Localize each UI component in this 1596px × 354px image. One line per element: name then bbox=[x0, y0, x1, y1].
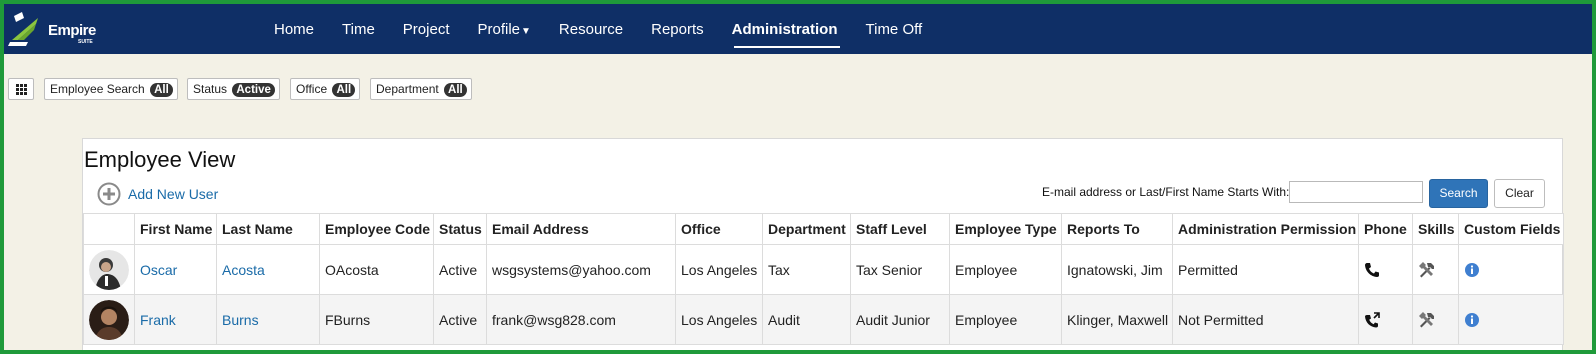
employee-table: First Name Last Name Employee Code Statu… bbox=[83, 213, 1564, 345]
table-row: Oscar Acosta OAcosta Active wsgsystems@y… bbox=[83, 244, 1564, 295]
page-title: Employee View bbox=[84, 147, 236, 172]
nav-administration[interactable]: Administration bbox=[718, 4, 852, 54]
logo-subtext: SUITE bbox=[78, 39, 93, 45]
employee-search-filter-label: Employee Search bbox=[50, 82, 145, 96]
logo-text: Empire bbox=[48, 22, 96, 39]
admin-permission-cell: Permitted bbox=[1172, 244, 1359, 295]
nav-resource[interactable]: Resource bbox=[545, 4, 637, 54]
phone-forward-icon[interactable] bbox=[1364, 312, 1380, 328]
grid-icon bbox=[16, 84, 27, 95]
search-input[interactable] bbox=[1289, 181, 1423, 203]
last-name-link[interactable]: Acosta bbox=[222, 262, 265, 278]
admin-permission-cell: Not Permitted bbox=[1172, 294, 1359, 345]
status-filter-label: Status bbox=[193, 82, 228, 96]
avatar bbox=[89, 249, 129, 290]
info-icon[interactable] bbox=[1464, 312, 1480, 328]
caret-down-icon: ▼ bbox=[521, 26, 531, 37]
column-header-first-name[interactable]: First Name bbox=[134, 213, 217, 245]
status-cell: Active bbox=[433, 244, 487, 295]
phone-cell bbox=[1358, 244, 1413, 295]
status-filter[interactable]: Status Active bbox=[187, 78, 280, 100]
nav-time[interactable]: Time bbox=[328, 4, 389, 54]
tools-icon[interactable] bbox=[1418, 311, 1436, 329]
employee-type-cell: Employee bbox=[949, 294, 1062, 345]
skills-cell bbox=[1412, 244, 1459, 295]
nav-profile[interactable]: Profile▼ bbox=[463, 4, 544, 54]
last-name-link[interactable]: Burns bbox=[222, 312, 259, 328]
email-cell: wsgsystems@yahoo.com bbox=[486, 244, 676, 295]
add-circle-icon bbox=[97, 182, 121, 206]
phone-icon[interactable] bbox=[1364, 262, 1380, 278]
photo-cell bbox=[83, 294, 135, 345]
nav-project[interactable]: Project bbox=[389, 4, 464, 54]
empire-suite-logo[interactable]: Empire SUITE bbox=[8, 10, 98, 48]
main-nav: Home Time Project Profile▼ Resource Repo… bbox=[260, 4, 936, 54]
column-header-last-name[interactable]: Last Name bbox=[216, 213, 320, 245]
first-name-link[interactable]: Frank bbox=[140, 312, 176, 328]
custom-fields-cell bbox=[1458, 294, 1564, 345]
column-header-custom-fields: Custom Fields bbox=[1458, 213, 1564, 245]
table-header-row: First Name Last Name Employee Code Statu… bbox=[83, 213, 1564, 245]
add-new-user-label: Add New User bbox=[128, 186, 219, 202]
search-button[interactable]: Search bbox=[1429, 179, 1488, 208]
column-header-email[interactable]: Email Address bbox=[486, 213, 676, 245]
photo-cell bbox=[83, 244, 135, 295]
employee-search-filter[interactable]: Employee Search All bbox=[44, 78, 178, 100]
employee-search-filter-value: All bbox=[150, 83, 173, 97]
phone-cell bbox=[1358, 294, 1413, 345]
column-header-employee-type[interactable]: Employee Type bbox=[949, 213, 1062, 245]
department-cell: Tax bbox=[762, 244, 851, 295]
department-filter[interactable]: Department All bbox=[370, 78, 472, 100]
employee-code-cell: OAcosta bbox=[319, 244, 434, 295]
column-header-reports-to[interactable]: Reports To bbox=[1061, 213, 1173, 245]
reports-to-cell: Klinger, Maxwell bbox=[1061, 294, 1173, 345]
status-cell: Active bbox=[433, 294, 487, 345]
employee-view-panel: Employee View Add New User E-mail addres… bbox=[82, 138, 1564, 354]
column-header-admin-permission[interactable]: Administration Permission bbox=[1172, 213, 1359, 245]
office-filter[interactable]: Office All bbox=[290, 78, 361, 100]
employee-type-cell: Employee bbox=[949, 244, 1062, 295]
clear-button[interactable]: Clear bbox=[1494, 179, 1545, 208]
nav-time-off[interactable]: Time Off bbox=[852, 4, 937, 54]
logo-mark-icon bbox=[8, 12, 38, 46]
nav-profile-label: Profile bbox=[477, 21, 521, 38]
department-cell: Audit bbox=[762, 294, 851, 345]
column-header-employee-code[interactable]: Employee Code bbox=[319, 213, 434, 245]
top-navigation-bar: Empire SUITE Home Time Project Profile▼ … bbox=[4, 4, 1592, 54]
column-header-office[interactable]: Office bbox=[675, 213, 763, 245]
first-name-cell[interactable]: Frank bbox=[134, 294, 217, 345]
apps-grid-button[interactable] bbox=[8, 78, 34, 100]
office-filter-label: Office bbox=[296, 82, 328, 96]
table-row: Frank Burns FBurns Active frank@wsg828.c… bbox=[83, 294, 1564, 345]
skills-cell bbox=[1412, 294, 1459, 345]
last-name-cell[interactable]: Burns bbox=[216, 294, 320, 345]
column-header-staff-level[interactable]: Staff Level bbox=[850, 213, 950, 245]
staff-level-cell: Audit Junior bbox=[850, 294, 950, 345]
column-header-photo bbox=[83, 213, 135, 245]
avatar bbox=[89, 299, 129, 340]
column-header-department[interactable]: Department bbox=[762, 213, 851, 245]
department-filter-value: All bbox=[444, 83, 467, 97]
first-name-link[interactable]: Oscar bbox=[140, 262, 177, 278]
office-cell: Los Angeles bbox=[675, 244, 763, 295]
nav-home[interactable]: Home bbox=[260, 4, 328, 54]
last-name-cell[interactable]: Acosta bbox=[216, 244, 320, 295]
reports-to-cell: Ignatowski, Jim bbox=[1061, 244, 1173, 295]
nav-reports[interactable]: Reports bbox=[637, 4, 718, 54]
custom-fields-cell bbox=[1458, 244, 1564, 295]
tools-icon[interactable] bbox=[1418, 261, 1436, 279]
search-label: E-mail address or Last/First Name Starts… bbox=[1042, 185, 1290, 199]
column-header-status[interactable]: Status bbox=[433, 213, 487, 245]
column-header-skills: Skills bbox=[1412, 213, 1459, 245]
first-name-cell[interactable]: Oscar bbox=[134, 244, 217, 295]
department-filter-label: Department bbox=[376, 82, 439, 96]
office-cell: Los Angeles bbox=[675, 294, 763, 345]
info-icon[interactable] bbox=[1464, 262, 1480, 278]
status-filter-value: Active bbox=[232, 83, 275, 97]
staff-level-cell: Tax Senior bbox=[850, 244, 950, 295]
employee-code-cell: FBurns bbox=[319, 294, 434, 345]
email-cell: frank@wsg828.com bbox=[486, 294, 676, 345]
office-filter-value: All bbox=[332, 83, 356, 97]
column-header-phone: Phone bbox=[1358, 213, 1413, 245]
